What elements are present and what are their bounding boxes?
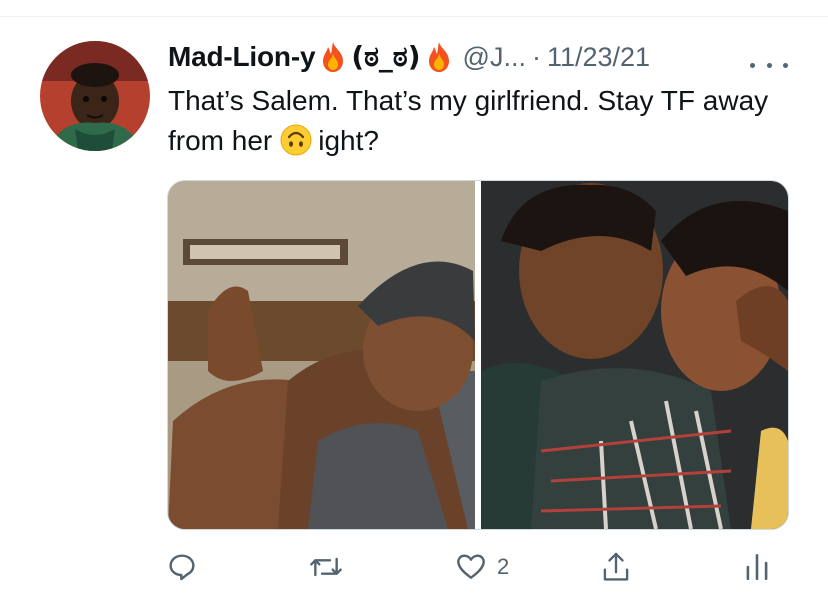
- separator-dot: ·: [531, 41, 541, 72]
- avatar[interactable]: [40, 41, 150, 151]
- like-button[interactable]: 2: [455, 547, 509, 587]
- tweet-text: That’s Salem. That’s my girlfriend. Stay…: [168, 81, 788, 161]
- tweet[interactable]: Mad-Lion-y (ಠ_ಠ) @J... · 11/23/21 That’s…: [0, 17, 828, 607]
- action-bar: 2: [0, 547, 828, 587]
- share-icon: [600, 550, 632, 584]
- display-name[interactable]: Mad-Lion-y: [168, 41, 316, 73]
- photo-right[interactable]: [481, 181, 788, 529]
- fire-icon: [319, 41, 347, 73]
- analytics-icon: [744, 551, 770, 583]
- fire-icon: [425, 41, 453, 73]
- reply-icon: [166, 551, 198, 583]
- retweet-button[interactable]: [308, 547, 344, 587]
- reply-button[interactable]: [166, 547, 198, 587]
- tweet-text-part-2: ight?: [318, 125, 379, 156]
- media-grid: [167, 180, 789, 530]
- tweet-text-part-1: That’s Salem. That’s my girlfriend. Stay…: [168, 85, 769, 156]
- photo-left[interactable]: [168, 181, 475, 529]
- tweet-header: Mad-Lion-y (ಠ_ಠ) @J... · 11/23/21: [168, 39, 650, 75]
- name-emoticon: (ಠ_ಠ): [351, 40, 421, 73]
- upside-down-face-icon: [280, 124, 312, 156]
- timestamp[interactable]: 11/23/21: [547, 42, 650, 73]
- heart-icon: [455, 551, 487, 583]
- more-icon[interactable]: [750, 55, 788, 75]
- analytics-button[interactable]: [744, 547, 770, 587]
- share-button[interactable]: [600, 547, 632, 587]
- user-handle[interactable]: @J...: [463, 42, 526, 73]
- like-count: 2: [497, 554, 510, 579]
- retweet-icon: [308, 551, 344, 583]
